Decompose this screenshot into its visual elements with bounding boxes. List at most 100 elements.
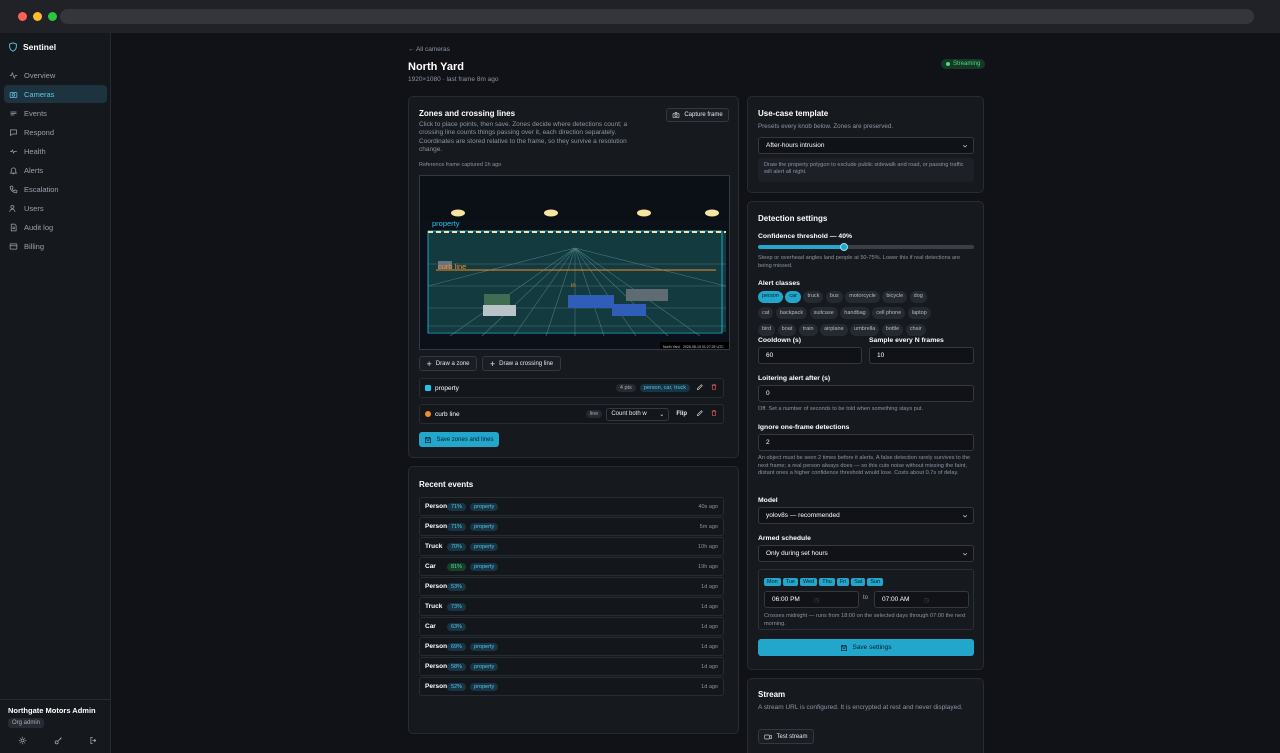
sidebar-item-label: Cameras xyxy=(24,89,55,99)
day-chip-thu[interactable]: Thu xyxy=(819,578,835,586)
direction-select[interactable]: Count both w ⌄ xyxy=(606,407,670,421)
event-label: Person xyxy=(425,683,448,690)
test-stream-button[interactable]: Test stream xyxy=(758,729,814,744)
class-chip-train[interactable]: train xyxy=(798,323,818,336)
class-chip-chair[interactable]: chair xyxy=(905,323,926,336)
zones-description: Click to place points, then save. Zones … xyxy=(419,121,628,153)
event-row[interactable]: Person 58% property 1d ago xyxy=(419,657,724,676)
day-chip-sun[interactable]: Sun xyxy=(867,578,884,586)
class-chip-airplane[interactable]: airplane xyxy=(820,323,848,336)
events-icon xyxy=(10,111,17,115)
zone-classes-badge: person, car, truck xyxy=(639,384,690,392)
sidebar-item-audit-log[interactable]: Audit log xyxy=(4,218,107,236)
draw-zone-button[interactable]: + Draw a zone xyxy=(419,356,477,371)
class-chip-bicycle[interactable]: bicycle xyxy=(882,290,908,303)
zone-row-curb-line[interactable]: curb line line Count both w ⌄ Flip xyxy=(419,404,724,424)
class-chip-cell-phone[interactable]: cell phone xyxy=(872,307,906,319)
class-chip-bus[interactable]: bus xyxy=(825,290,843,303)
minimize-window-button[interactable] xyxy=(33,12,42,21)
class-chip-motorcycle[interactable]: motorcycle xyxy=(845,290,880,303)
class-chip-cat[interactable]: cat xyxy=(758,307,774,319)
event-row[interactable]: Car 63% 1d ago xyxy=(419,617,724,636)
class-chip-umbrella[interactable]: umbrella xyxy=(850,323,880,336)
zone-color-swatch xyxy=(425,385,431,391)
save-icon xyxy=(841,644,848,651)
save-settings-button[interactable]: Save settings xyxy=(758,639,974,656)
schedule-select[interactable]: Only during set hours xyxy=(758,545,974,562)
event-row[interactable]: Person 71% property 40s ago xyxy=(419,497,724,516)
event-row[interactable]: Person 71% property 5m ago xyxy=(419,517,724,536)
sidebar-item-events[interactable]: Events xyxy=(4,104,107,122)
loiter-help: Off. Set a number of seconds to be told … xyxy=(758,406,924,412)
shield-icon xyxy=(9,42,17,52)
status-dot-icon xyxy=(946,62,950,66)
capture-frame-button[interactable]: Capture frame xyxy=(666,108,729,122)
class-chip-bird[interactable]: bird xyxy=(758,323,776,336)
class-chip-bottle[interactable]: bottle xyxy=(881,323,904,336)
sidebar-item-alerts[interactable]: Alerts xyxy=(4,161,107,179)
day-chip-sat[interactable]: Sat xyxy=(851,578,866,586)
sidebar-item-billing[interactable]: Billing xyxy=(4,237,107,255)
start-time-input[interactable]: 06:00 PM ◷ xyxy=(764,591,859,608)
day-chip-fri[interactable]: Fri xyxy=(836,578,850,586)
draw-line-button[interactable]: + Draw a crossing line xyxy=(482,356,561,371)
confidence-badge: 53% xyxy=(447,582,467,591)
class-chip-laptop[interactable]: laptop xyxy=(907,307,931,319)
class-chip-dog[interactable]: dog xyxy=(909,290,927,303)
class-chip-boat[interactable]: boat xyxy=(777,323,797,336)
sidebar-item-escalation[interactable]: Escalation xyxy=(4,180,107,198)
sidebar-item-respond[interactable]: Respond xyxy=(4,123,107,141)
confidence-badge: 58% xyxy=(447,662,467,671)
event-row[interactable]: Person 52% property 1d ago xyxy=(419,677,724,696)
sample-input[interactable]: 10 xyxy=(869,347,974,364)
event-row[interactable]: Person 69% property 1d ago xyxy=(419,637,724,656)
cooldown-input[interactable]: 60 xyxy=(758,347,862,364)
sidebar-item-cameras[interactable]: Cameras xyxy=(4,85,107,103)
event-label: Person xyxy=(425,583,448,590)
template-select[interactable]: After-hours intrusion xyxy=(758,137,974,154)
video-icon xyxy=(764,734,773,739)
event-row[interactable]: Person 53% 1d ago xyxy=(419,577,724,596)
day-chip-tue[interactable]: Tue xyxy=(782,578,798,586)
class-chip-handbag[interactable]: handbag xyxy=(840,307,870,319)
class-chip-backpack[interactable]: backpack xyxy=(775,307,808,319)
event-label: Car xyxy=(425,623,436,630)
sidebar-item-label: Escalation xyxy=(24,184,59,194)
logout-icon[interactable] xyxy=(89,736,98,747)
confidence-slider[interactable] xyxy=(758,243,974,251)
theme-toggle-icon[interactable] xyxy=(18,736,27,747)
class-chip-truck[interactable]: truck xyxy=(803,290,824,303)
back-link[interactable]: ← All cameras xyxy=(408,46,450,53)
save-zones-button[interactable]: Save zones and lines xyxy=(419,432,499,447)
maximize-window-button[interactable] xyxy=(48,12,57,21)
edit-icon[interactable] xyxy=(696,383,704,393)
delete-icon[interactable] xyxy=(710,409,718,419)
flip-button[interactable]: Flip xyxy=(676,411,687,417)
address-bar[interactable] xyxy=(60,9,1254,24)
delete-icon[interactable] xyxy=(710,383,718,393)
sidebar-item-health[interactable]: Health xyxy=(4,142,107,160)
day-chip-wed[interactable]: Wed xyxy=(799,578,818,586)
event-row[interactable]: Truck 70% property 10h ago xyxy=(419,537,724,556)
key-icon[interactable] xyxy=(54,736,63,747)
event-row[interactable]: Car 81% property 19h ago xyxy=(419,557,724,576)
confidence-slider-handle[interactable] xyxy=(840,243,849,251)
day-chip-mon[interactable]: Mon xyxy=(764,578,781,586)
loiter-input[interactable]: 0 xyxy=(758,385,974,402)
cooldown-label: Cooldown (s) xyxy=(758,337,802,344)
event-row[interactable]: Truck 73% 1d ago xyxy=(419,597,724,616)
sidebar-item-overview[interactable]: Overview xyxy=(4,66,107,84)
main-content: ← All cameras North Yard 1920×1080 · las… xyxy=(111,33,1280,753)
model-select[interactable]: yolov8s — recommended xyxy=(758,507,974,524)
event-label: Car xyxy=(425,563,436,570)
class-chip-suitcase[interactable]: suitcase xyxy=(809,307,838,319)
close-window-button[interactable] xyxy=(18,12,27,21)
class-chip-car[interactable]: car xyxy=(785,290,801,303)
sidebar-item-users[interactable]: Users xyxy=(4,199,107,217)
zone-row-property[interactable]: property 4 pts person, car, truck xyxy=(419,378,724,398)
class-chip-person[interactable]: person xyxy=(758,290,783,303)
edit-icon[interactable] xyxy=(696,409,704,419)
ignore-input[interactable]: 2 xyxy=(758,434,974,451)
reference-frame[interactable]: property curb line in North Yard 2026-08… xyxy=(419,175,730,350)
end-time-input[interactable]: 07:00 AM ◷ xyxy=(874,591,969,608)
